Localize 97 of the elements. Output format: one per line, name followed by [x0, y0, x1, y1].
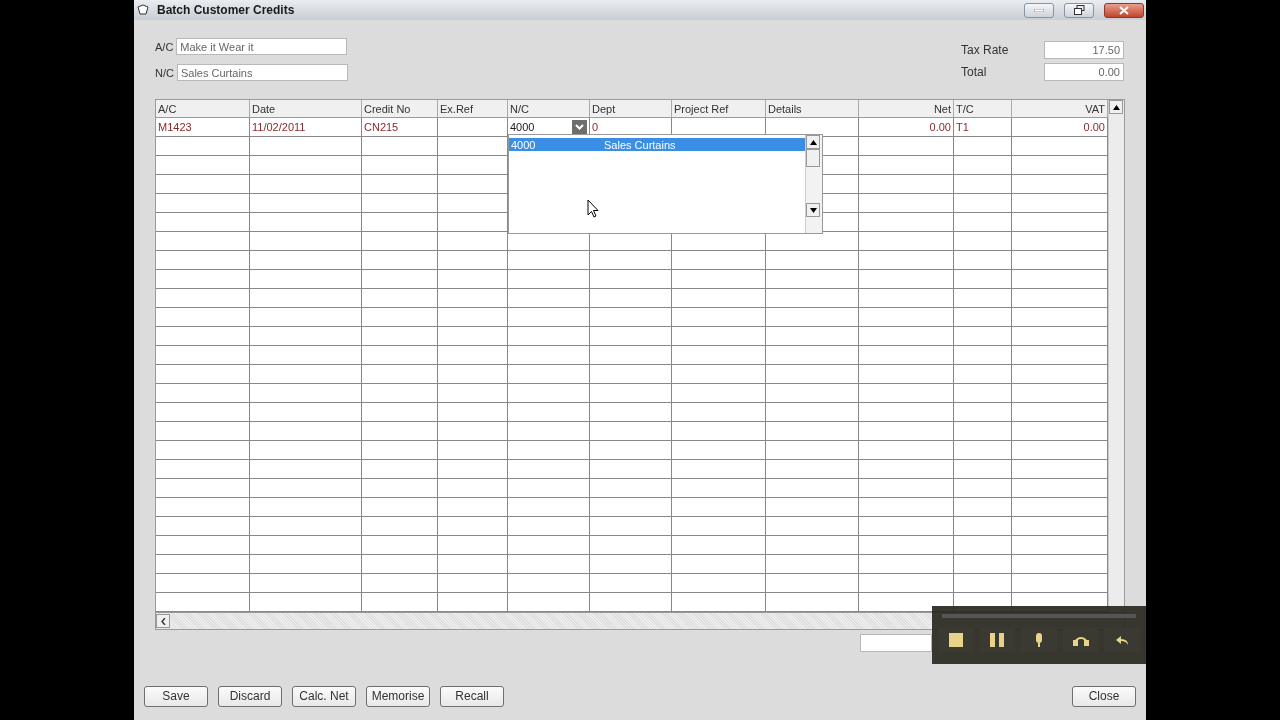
- restore-icon: [1073, 5, 1085, 15]
- nominal-code-combo[interactable]: 4000: [510, 119, 587, 135]
- table-cell: [438, 289, 508, 308]
- table-cell: [438, 118, 508, 137]
- total-field[interactable]: 0.00: [1044, 63, 1124, 81]
- chevron-down-icon: [575, 124, 584, 130]
- table-cell: [438, 346, 508, 365]
- table-cell: [954, 536, 1012, 555]
- table-cell: T1: [954, 118, 1012, 137]
- undo-icon: [1115, 634, 1130, 646]
- table-cell: M1423: [156, 118, 250, 137]
- table-cell: [438, 403, 508, 422]
- column-header[interactable]: Dept: [590, 100, 672, 117]
- column-header[interactable]: Ex.Ref: [438, 100, 508, 117]
- column-header[interactable]: Credit No: [362, 100, 438, 117]
- action-button[interactable]: Calc. Net: [292, 685, 356, 707]
- column-header[interactable]: T/C: [954, 100, 1012, 117]
- up-arrow-icon: [809, 139, 817, 145]
- table-cell: [954, 156, 1012, 175]
- table-cell: [954, 346, 1012, 365]
- table-cell: [438, 308, 508, 327]
- table-cell: [438, 270, 508, 289]
- table-cell: [954, 460, 1012, 479]
- column-header[interactable]: N/C: [508, 100, 590, 117]
- table-cell: [954, 289, 1012, 308]
- table-cell: [438, 251, 508, 270]
- table-cell: [954, 232, 1012, 251]
- net-total-field[interactable]: [860, 634, 932, 652]
- down-arrow-icon: [809, 207, 817, 213]
- account-field[interactable]: Make it Wear it: [176, 38, 348, 55]
- field-label: N/C: [155, 66, 174, 79]
- table-cell: [438, 517, 508, 536]
- table-cell: [954, 517, 1012, 536]
- scroll-up-button[interactable]: [806, 135, 820, 149]
- table-cell: [954, 137, 1012, 156]
- minimize-button[interactable]: [1024, 2, 1054, 18]
- table-cell: [954, 498, 1012, 517]
- table-cell: [438, 536, 508, 555]
- table-cell: 0.00: [859, 118, 954, 137]
- table-cell: CN215: [362, 118, 438, 137]
- table-cell: [438, 460, 508, 479]
- stop-icon: [948, 633, 963, 647]
- table-cell: [954, 403, 1012, 422]
- table-cell: [954, 384, 1012, 403]
- table-cell: [954, 441, 1012, 460]
- action-button[interactable]: Memorise: [366, 685, 430, 707]
- column-header[interactable]: Date: [250, 100, 362, 117]
- table-cell: [438, 498, 508, 517]
- column-header[interactable]: Project Ref: [672, 100, 766, 117]
- table-cell: [438, 365, 508, 384]
- close-window-button[interactable]: [1104, 2, 1144, 18]
- table-cell: [954, 251, 1012, 270]
- table-cell: [438, 574, 508, 593]
- restore-button[interactable]: [1064, 2, 1094, 18]
- table-cell: 11/02/2011: [250, 118, 362, 137]
- table-cell: [954, 270, 1012, 289]
- app-icon: [137, 4, 149, 16]
- total-label: Total: [961, 65, 988, 79]
- table-cell: [438, 422, 508, 441]
- table-cell: [954, 327, 1012, 346]
- scroll-left-button[interactable]: [156, 614, 170, 628]
- window-title: Batch Customer Credits: [157, 3, 296, 17]
- table-cell: [954, 308, 1012, 327]
- table-cell: [954, 213, 1012, 232]
- table-cell: [954, 555, 1012, 574]
- action-button[interactable]: Recall: [440, 685, 504, 707]
- headphones-icon: [1072, 634, 1089, 646]
- microphone-icon: [1034, 633, 1044, 647]
- table-cell: [438, 327, 508, 346]
- column-header[interactable]: A/C: [156, 100, 250, 117]
- tax-rate-label: Tax Rate: [961, 43, 1010, 57]
- action-button[interactable]: Discard: [218, 685, 282, 707]
- pause-icon: [990, 633, 1005, 647]
- scrollbar-thumb[interactable]: [806, 149, 820, 167]
- close-button[interactable]: Close: [1072, 685, 1136, 707]
- column-header[interactable]: Net: [859, 100, 954, 117]
- up-arrow-icon: [1112, 104, 1120, 110]
- table-cell: [954, 175, 1012, 194]
- minimize-icon: [1034, 8, 1044, 12]
- close-icon: [1119, 5, 1129, 15]
- table-cell: [438, 555, 508, 574]
- table-cell: [954, 194, 1012, 213]
- table-cell: [438, 232, 508, 251]
- table-cell: [438, 441, 508, 460]
- scroll-down-button[interactable]: [806, 203, 820, 217]
- tax-rate-field[interactable]: 17.50: [1044, 41, 1124, 59]
- nominal-field[interactable]: Sales Curtains: [176, 64, 348, 81]
- table-cell: [954, 365, 1012, 384]
- table-cell: [954, 422, 1012, 441]
- table-cell: [954, 479, 1012, 498]
- field-label: A/C: [155, 40, 174, 53]
- mouse-cursor-icon: [587, 199, 599, 218]
- action-button[interactable]: Save: [144, 685, 208, 707]
- scroll-up-button[interactable]: [1109, 100, 1123, 114]
- column-header[interactable]: Details: [766, 100, 859, 117]
- table-cell: [438, 479, 508, 498]
- table-cell: [438, 384, 508, 403]
